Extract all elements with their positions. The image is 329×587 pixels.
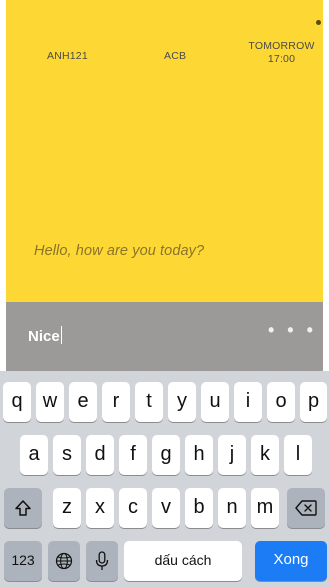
message-input-value: Nice (28, 328, 60, 345)
space-key[interactable]: dấu cách (124, 541, 242, 581)
microphone-key[interactable] (86, 541, 118, 581)
shift-icon (15, 499, 31, 516)
key-n[interactable]: n (218, 488, 246, 528)
key-u[interactable]: u (201, 382, 229, 422)
text-caret (60, 326, 63, 344)
key-r[interactable]: r (102, 382, 130, 422)
key-o[interactable]: o (267, 382, 295, 422)
key-l[interactable]: l (284, 435, 312, 475)
key-w[interactable]: w (36, 382, 64, 422)
globe-key[interactable] (48, 541, 80, 581)
schedule-time: TOMORROW 17:00 (244, 40, 319, 66)
screen: ANH121 ACB TOMORROW 17:00 Hello, how are… (0, 0, 329, 587)
key-q[interactable]: q (3, 382, 31, 422)
message-input-bar[interactable]: Nice • • • (6, 302, 323, 371)
more-options-button[interactable]: • • • (268, 320, 317, 341)
key-x[interactable]: x (86, 488, 114, 528)
flight-code: ANH121 (47, 50, 88, 62)
key-v[interactable]: v (152, 488, 180, 528)
globe-icon (55, 552, 73, 569)
key-e[interactable]: e (69, 382, 97, 422)
bank-name: ACB (164, 50, 187, 62)
key-y[interactable]: y (168, 382, 196, 422)
status-dot (316, 20, 321, 25)
key-j[interactable]: j (218, 435, 246, 475)
chat-panel: ANH121 ACB TOMORROW 17:00 Hello, how are… (6, 0, 323, 302)
key-b[interactable]: b (185, 488, 213, 528)
done-key[interactable]: Xong (255, 541, 327, 581)
shift-key[interactable] (4, 488, 42, 528)
key-a[interactable]: a (20, 435, 48, 475)
key-k[interactable]: k (251, 435, 279, 475)
key-i[interactable]: i (234, 382, 262, 422)
microphone-icon (95, 551, 109, 570)
key-h[interactable]: h (185, 435, 213, 475)
key-m[interactable]: m (251, 488, 279, 528)
numbers-key[interactable]: 123 (4, 541, 42, 581)
chat-message: Hello, how are you today? (34, 243, 205, 259)
key-z[interactable]: z (53, 488, 81, 528)
delete-key[interactable] (287, 488, 325, 528)
key-s[interactable]: s (53, 435, 81, 475)
key-g[interactable]: g (152, 435, 180, 475)
key-t[interactable]: t (135, 382, 163, 422)
delete-icon (295, 500, 317, 516)
key-c[interactable]: c (119, 488, 147, 528)
keyboard: q w e r t y u i o p a s d f g h j k l z … (0, 371, 329, 587)
schedule-day: TOMORROW (248, 40, 315, 52)
key-p[interactable]: p (300, 382, 327, 422)
key-f[interactable]: f (119, 435, 147, 475)
key-d[interactable]: d (86, 435, 114, 475)
schedule-hour: 17:00 (267, 53, 296, 65)
message-input[interactable]: Nice (28, 326, 63, 345)
